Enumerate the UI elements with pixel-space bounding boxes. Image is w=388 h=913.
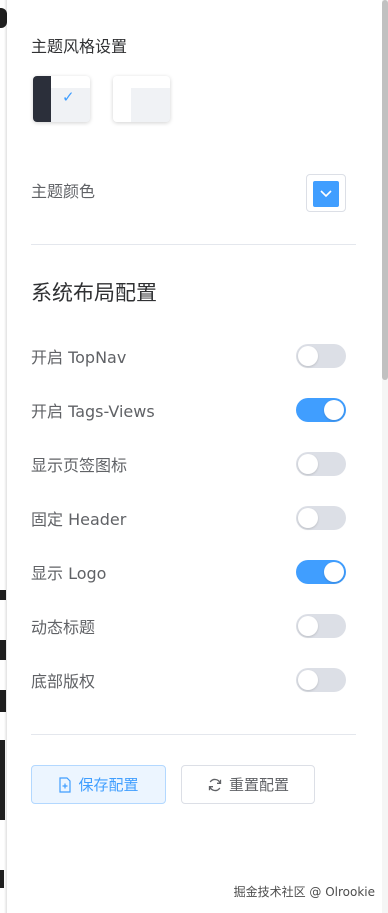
- setting-label: 动态标题: [31, 618, 96, 637]
- chevron-down-icon: [320, 190, 332, 198]
- setting-label: 显示 Logo: [31, 564, 107, 583]
- theme-option-dark[interactable]: ✓: [33, 76, 90, 122]
- setting-label: 底部版权: [31, 672, 96, 691]
- scrollbar-thumb[interactable]: [382, 0, 388, 380]
- toggle-knob: [298, 616, 318, 636]
- theme-color-picker[interactable]: [306, 174, 346, 212]
- check-icon: ✓: [62, 88, 75, 106]
- toggle-knob: [324, 562, 344, 582]
- save-config-label: 保存配置: [78, 776, 139, 794]
- setting-toggle[interactable]: [296, 344, 346, 368]
- document-plus-icon: [59, 776, 72, 793]
- toggle-knob: [324, 400, 344, 420]
- setting-label: 开启 Tags-Views: [31, 402, 155, 421]
- refresh-icon: [208, 778, 222, 791]
- toggle-knob: [298, 346, 318, 366]
- setting-toggle[interactable]: [296, 506, 346, 530]
- settings-drawer: 主题风格设置 ✓ 主题颜色 系统布局配置 开启 TopNav 开启 Tags-Vi…: [7, 0, 388, 913]
- page-backdrop: [0, 0, 7, 913]
- setting-toggle[interactable]: [296, 398, 346, 422]
- theme-style-title: 主题风格设置: [31, 37, 128, 56]
- save-config-button[interactable]: 保存配置: [31, 765, 166, 804]
- setting-label: 固定 Header: [31, 510, 127, 529]
- watermark: 掘金技术社区 @ Olrookie: [233, 885, 375, 899]
- setting-label: 显示页签图标: [31, 456, 128, 475]
- reset-config-button[interactable]: 重置配置: [181, 765, 315, 804]
- color-swatch: [313, 181, 339, 207]
- setting-toggle[interactable]: [296, 668, 346, 692]
- scrollbar[interactable]: [382, 0, 388, 913]
- theme-option-light[interactable]: [113, 76, 170, 122]
- layout-config-title: 系统布局配置: [31, 281, 157, 305]
- theme-color-label: 主题颜色: [31, 182, 96, 201]
- divider: [31, 244, 356, 245]
- setting-toggle[interactable]: [296, 452, 346, 476]
- setting-toggle[interactable]: [296, 560, 346, 584]
- toggle-knob: [298, 454, 318, 474]
- setting-label: 开启 TopNav: [31, 348, 127, 367]
- divider: [31, 734, 356, 735]
- setting-toggle[interactable]: [296, 614, 346, 638]
- toggle-knob: [298, 508, 318, 528]
- reset-config-label: 重置配置: [228, 776, 289, 794]
- toggle-knob: [298, 670, 318, 690]
